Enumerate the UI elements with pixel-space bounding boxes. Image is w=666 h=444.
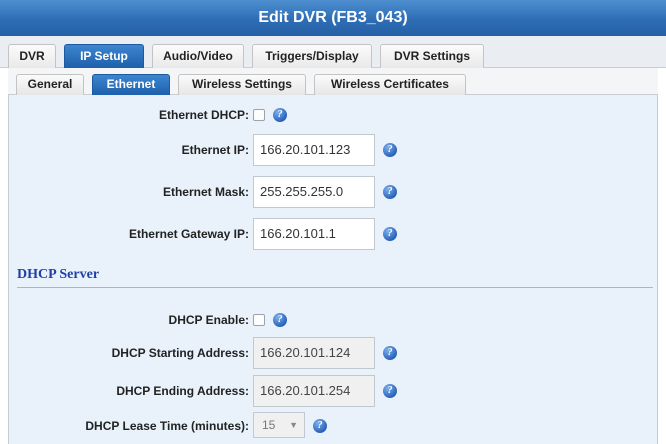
help-question-icon[interactable]: ? bbox=[273, 108, 287, 122]
subtab-ethernet[interactable]: Ethernet bbox=[92, 74, 170, 95]
tab-audio-video[interactable]: Audio/Video bbox=[152, 44, 244, 68]
row-ethernet-dhcp: Ethernet DHCP: ? bbox=[9, 95, 659, 135]
dhcp-start-label: DHCP Starting Address: bbox=[111, 346, 249, 360]
help-question-icon[interactable]: ? bbox=[383, 143, 397, 157]
ethernet-settings-panel: Ethernet DHCP: ? Ethernet IP: 166.20.101… bbox=[8, 95, 658, 444]
ethernet-dhcp-label: Ethernet DHCP: bbox=[158, 108, 249, 122]
tab-triggers-display[interactable]: Triggers/Display bbox=[252, 44, 372, 68]
row-dhcp-end: DHCP Ending Address: 166.20.101.254 ? bbox=[9, 371, 659, 411]
dhcp-end-label: DHCP Ending Address: bbox=[116, 384, 249, 398]
ethernet-ip-input[interactable]: 166.20.101.123 bbox=[253, 134, 375, 166]
chevron-down-icon: ▼ bbox=[289, 420, 298, 430]
help-question-icon[interactable]: ? bbox=[383, 384, 397, 398]
dhcp-lease-label: DHCP Lease Time (minutes): bbox=[85, 419, 249, 433]
window-title: Edit DVR (FB3_043) bbox=[0, 0, 666, 36]
dhcp-enable-checkbox[interactable] bbox=[253, 314, 265, 326]
tab-dvr[interactable]: DVR bbox=[8, 44, 56, 68]
help-question-icon[interactable]: ? bbox=[383, 346, 397, 360]
ethernet-ip-label: Ethernet IP: bbox=[181, 143, 249, 157]
dhcp-end-input[interactable]: 166.20.101.254 bbox=[253, 375, 375, 407]
ethernet-dhcp-checkbox[interactable] bbox=[253, 109, 265, 121]
ethernet-mask-input[interactable]: 255.255.255.0 bbox=[253, 176, 375, 208]
row-ethernet-ip: Ethernet IP: 166.20.101.123 ? bbox=[9, 130, 659, 170]
ethernet-mask-label: Ethernet Mask: bbox=[162, 185, 249, 199]
dhcp-start-input[interactable]: 166.20.101.124 bbox=[253, 337, 375, 369]
row-ethernet-mask: Ethernet Mask: 255.255.255.0 ? bbox=[9, 172, 659, 212]
subtab-wireless-certificates[interactable]: Wireless Certificates bbox=[314, 74, 466, 95]
row-ethernet-gateway: Ethernet Gateway IP: 166.20.101.1 ? bbox=[9, 214, 659, 254]
sub-tab-bar: General Ethernet Wireless Settings Wirel… bbox=[8, 68, 658, 95]
tab-dvr-settings[interactable]: DVR Settings bbox=[380, 44, 484, 68]
row-dhcp-start: DHCP Starting Address: 166.20.101.124 ? bbox=[9, 333, 659, 373]
dhcp-lease-value: 15 bbox=[262, 418, 276, 432]
tab-ip-setup[interactable]: IP Setup bbox=[64, 44, 144, 68]
main-tab-bar: DVR IP Setup Audio/Video Triggers/Displa… bbox=[0, 36, 666, 68]
subtab-general[interactable]: General bbox=[16, 74, 84, 95]
dhcp-server-section-title: DHCP Server bbox=[17, 267, 100, 282]
help-question-icon[interactable]: ? bbox=[313, 419, 327, 433]
ethernet-gateway-input[interactable]: 166.20.101.1 bbox=[253, 218, 375, 250]
help-question-icon[interactable]: ? bbox=[273, 313, 287, 327]
dhcp-lease-select[interactable]: 15 ▼ bbox=[253, 412, 305, 438]
section-divider bbox=[17, 287, 653, 288]
help-question-icon[interactable]: ? bbox=[383, 227, 397, 241]
row-dhcp-lease: DHCP Lease Time (minutes): 15 ▼ ? bbox=[9, 406, 659, 444]
subtab-wireless-settings[interactable]: Wireless Settings bbox=[178, 74, 306, 95]
ethernet-gateway-label: Ethernet Gateway IP: bbox=[128, 227, 249, 241]
help-question-icon[interactable]: ? bbox=[383, 185, 397, 199]
